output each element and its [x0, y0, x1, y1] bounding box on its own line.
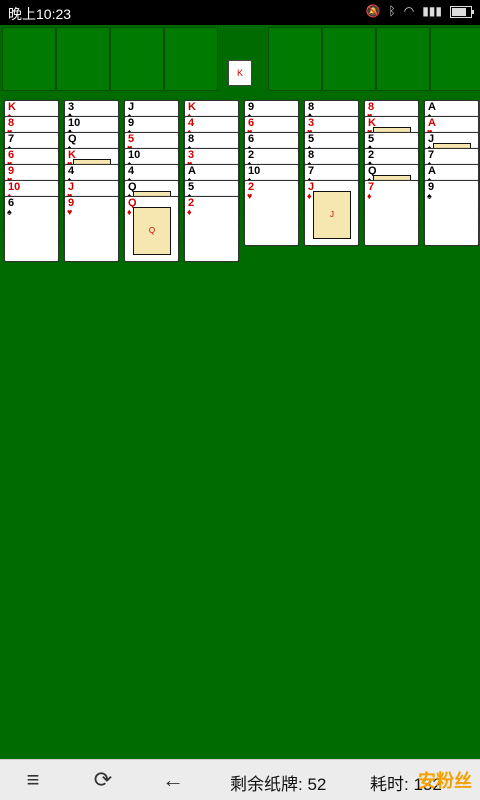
card[interactable]: 9♠	[424, 180, 479, 246]
wifi-icon: ◠	[403, 4, 415, 18]
card-suit: ♥	[247, 191, 253, 201]
card-suit: ♦	[127, 207, 132, 217]
face-card-art: Q	[133, 207, 171, 255]
card-suit: ♦	[367, 191, 372, 201]
status-bar: 晚上10:23 🔕 ᛒ ◠ ▮▮▮	[0, 0, 480, 25]
card-suit: ♦	[307, 191, 312, 201]
king-icon: K	[228, 60, 252, 86]
watermark: 安粉丝	[418, 771, 472, 791]
card[interactable]: 6♠	[4, 196, 59, 262]
signal-icon: ▮▮▮	[422, 4, 442, 18]
card[interactable]: 2 ♥	[244, 180, 299, 246]
foundation-3[interactable]	[376, 27, 430, 91]
card-suit: ♠	[427, 191, 432, 201]
card-suit: ♥	[67, 207, 73, 217]
card[interactable]: J ♦ J	[304, 180, 359, 246]
card-suit: ♦	[187, 207, 192, 217]
bluetooth-icon: ᛒ	[388, 4, 396, 18]
status-icons: 🔕 ᛒ ◠ ▮▮▮	[365, 4, 474, 18]
tableau: K♠8♥7♠6♥9♥10♦6♠3♣10♣Q♠K♥K4♠J♥9♥J♠9♠5♥10♠…	[0, 100, 480, 280]
refresh-icon[interactable]: ⟳	[86, 766, 120, 794]
free-cell-2[interactable]	[56, 27, 110, 91]
face-card-art: J	[313, 191, 351, 239]
free-cell-1[interactable]	[2, 27, 56, 91]
card[interactable]: 2 ♦	[184, 196, 239, 262]
status-time: 晚上10:23	[8, 6, 72, 22]
card[interactable]: Q ♦ Q	[124, 196, 179, 262]
top-area: K	[0, 25, 480, 91]
foundation-4[interactable]	[430, 27, 480, 91]
battery-icon	[450, 6, 474, 18]
free-cell-3[interactable]	[110, 27, 164, 91]
back-icon[interactable]: ←	[156, 766, 190, 794]
card-suit: ♠	[7, 207, 12, 217]
bottom-bar: ≡ ⟳ ← 剩余纸牌: 52 耗时: 132 安粉丝	[0, 759, 480, 800]
mute-icon: 🔕	[365, 4, 381, 18]
remaining-cards: 剩余纸牌: 52	[230, 775, 327, 794]
foundation-1[interactable]	[268, 27, 322, 91]
free-cell-4[interactable]	[164, 27, 218, 91]
card[interactable]: 9♥	[64, 196, 119, 262]
card[interactable]: 7 ♦	[364, 180, 419, 246]
foundation-2[interactable]	[322, 27, 376, 91]
menu-icon[interactable]: ≡	[16, 766, 50, 794]
